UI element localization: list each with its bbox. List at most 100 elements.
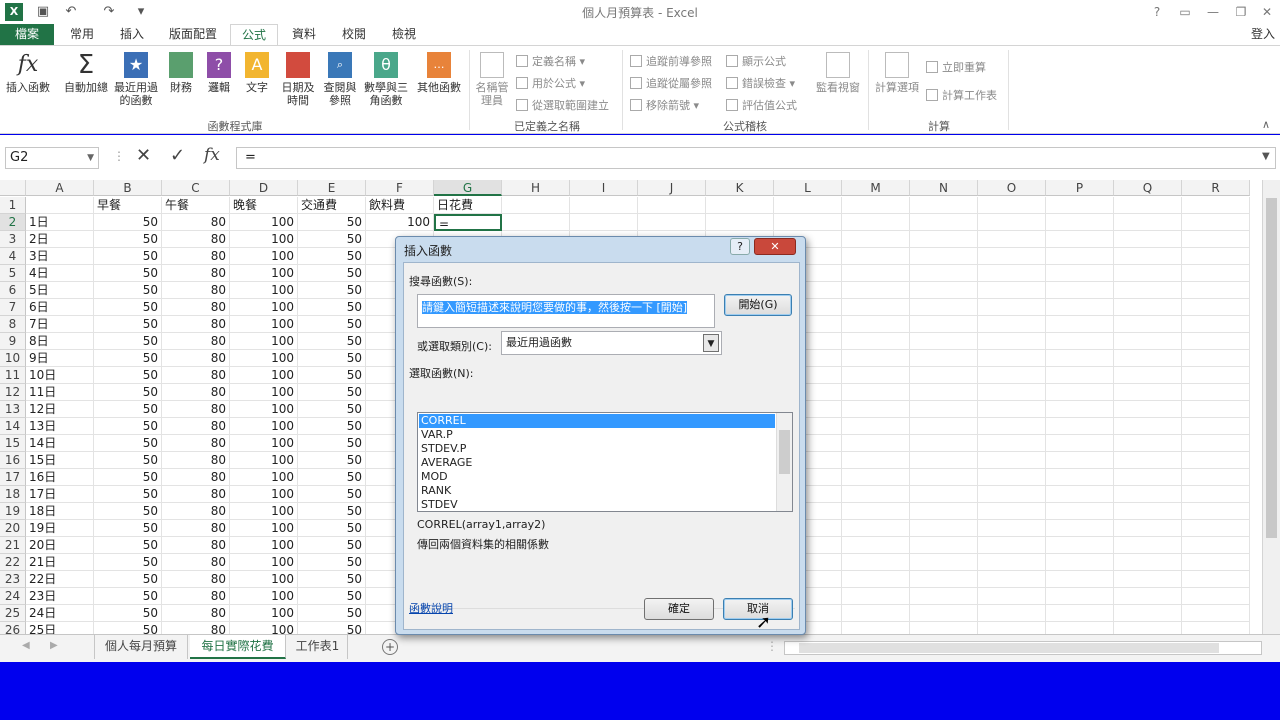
cell[interactable]: 100 [230,384,298,401]
cell[interactable]: 22日 [26,571,94,588]
cell[interactable] [502,214,570,231]
cell[interactable] [842,435,910,452]
cell[interactable]: 80 [162,622,230,634]
column-header-d[interactable]: D [230,180,298,196]
cell[interactable]: 50 [298,622,366,634]
create-from-selection-button[interactable]: 從選取範圍建立 [516,96,609,116]
calculate-sheet-button[interactable]: 計算工作表 [926,86,997,106]
cell[interactable]: 15日 [26,452,94,469]
tab-file[interactable]: 檔案 [0,24,54,46]
watch-window-button[interactable]: 監看視窗 [812,52,864,94]
function-list-item[interactable]: CORREL [419,414,775,428]
cell[interactable]: 80 [162,350,230,367]
cell[interactable] [1182,367,1250,384]
cell[interactable] [1114,605,1182,622]
column-header-l[interactable]: L [774,180,842,196]
cell[interactable]: 7日 [26,316,94,333]
cell[interactable]: 16日 [26,469,94,486]
cell[interactable]: 80 [162,503,230,520]
cell[interactable]: 14日 [26,435,94,452]
column-header-o[interactable]: O [978,180,1046,196]
cell[interactable] [978,316,1046,333]
row-header[interactable]: 14 [0,418,26,435]
row-header[interactable]: 3 [0,231,26,248]
cell[interactable] [910,605,978,622]
cell[interactable]: 80 [162,520,230,537]
scroll-right-icon[interactable]: ▶ [50,640,58,651]
cell[interactable] [1182,452,1250,469]
cancel-entry-icon[interactable]: ✕ [136,145,151,166]
cell[interactable]: 50 [94,316,162,333]
cell[interactable] [706,214,774,231]
cell[interactable] [978,452,1046,469]
cell[interactable]: 午餐 [162,197,230,214]
cell[interactable]: 50 [298,214,366,231]
autosum-button[interactable]: Σ 自動加總 [62,52,110,94]
cell[interactable] [842,537,910,554]
column-header-r[interactable]: R [1182,180,1250,196]
row-header[interactable]: 13 [0,401,26,418]
cell[interactable] [1046,367,1114,384]
cell[interactable]: 50 [94,350,162,367]
cell[interactable] [842,401,910,418]
cell[interactable]: 100 [230,401,298,418]
function-list[interactable]: CORREL VAR.P STDEV.P AVERAGE MOD RANK STDEV [417,412,793,512]
cell[interactable] [978,367,1046,384]
logical-button[interactable]: ? 邏輯 [202,52,236,94]
cell[interactable]: 18日 [26,503,94,520]
cell[interactable]: 50 [94,469,162,486]
cell[interactable]: 50 [94,248,162,265]
cell[interactable] [842,605,910,622]
cell[interactable] [910,435,978,452]
cell[interactable]: 80 [162,214,230,231]
cell[interactable]: 100 [230,350,298,367]
cell[interactable] [1182,401,1250,418]
cell[interactable]: 80 [162,265,230,282]
cell[interactable]: 21日 [26,554,94,571]
cell[interactable] [842,350,910,367]
cell[interactable] [1114,486,1182,503]
cell[interactable] [842,622,910,634]
cell[interactable]: 50 [298,554,366,571]
show-formulas-button[interactable]: 顯示公式 [726,52,786,72]
cell[interactable]: 100 [230,265,298,282]
cell[interactable]: 100 [230,316,298,333]
cell[interactable] [910,418,978,435]
cell[interactable] [1114,452,1182,469]
column-header-b[interactable]: B [94,180,162,196]
search-function-input[interactable]: 請鍵入簡短描述來說明您要做的事，然後按一下 [開始] [417,294,715,328]
cell[interactable] [978,554,1046,571]
cell[interactable]: 50 [298,520,366,537]
cell[interactable] [1046,435,1114,452]
cell[interactable] [1114,622,1182,634]
cell[interactable] [910,248,978,265]
recently-used-button[interactable]: ★ 最近用過的函數 [112,52,160,107]
cell[interactable] [978,197,1046,214]
cell[interactable] [1114,537,1182,554]
cell[interactable]: 50 [298,588,366,605]
cell[interactable] [978,418,1046,435]
cell[interactable] [1046,554,1114,571]
cell[interactable]: 13日 [26,418,94,435]
cell[interactable] [1182,214,1250,231]
text-button[interactable]: A 文字 [240,52,274,94]
cell[interactable] [1182,520,1250,537]
restore-icon[interactable]: ❐ [1228,2,1254,22]
cell[interactable]: 50 [94,231,162,248]
column-header-h[interactable]: H [502,180,570,196]
sheet-tab-monthly-budget[interactable]: 個人每月預算 [94,635,188,659]
cell[interactable] [1182,571,1250,588]
cell[interactable]: 100 [230,520,298,537]
cell[interactable] [978,384,1046,401]
sheet-tab-sheet1[interactable]: 工作表1 [288,635,348,659]
cell[interactable] [1182,350,1250,367]
cell[interactable] [842,265,910,282]
cell[interactable]: 50 [298,299,366,316]
tab-home[interactable]: 常用 [60,24,104,46]
cell[interactable]: 50 [94,537,162,554]
row-header[interactable]: 22 [0,554,26,571]
cell[interactable]: 3日 [26,248,94,265]
cell[interactable]: 80 [162,486,230,503]
cell[interactable] [910,554,978,571]
cell[interactable]: 50 [94,265,162,282]
